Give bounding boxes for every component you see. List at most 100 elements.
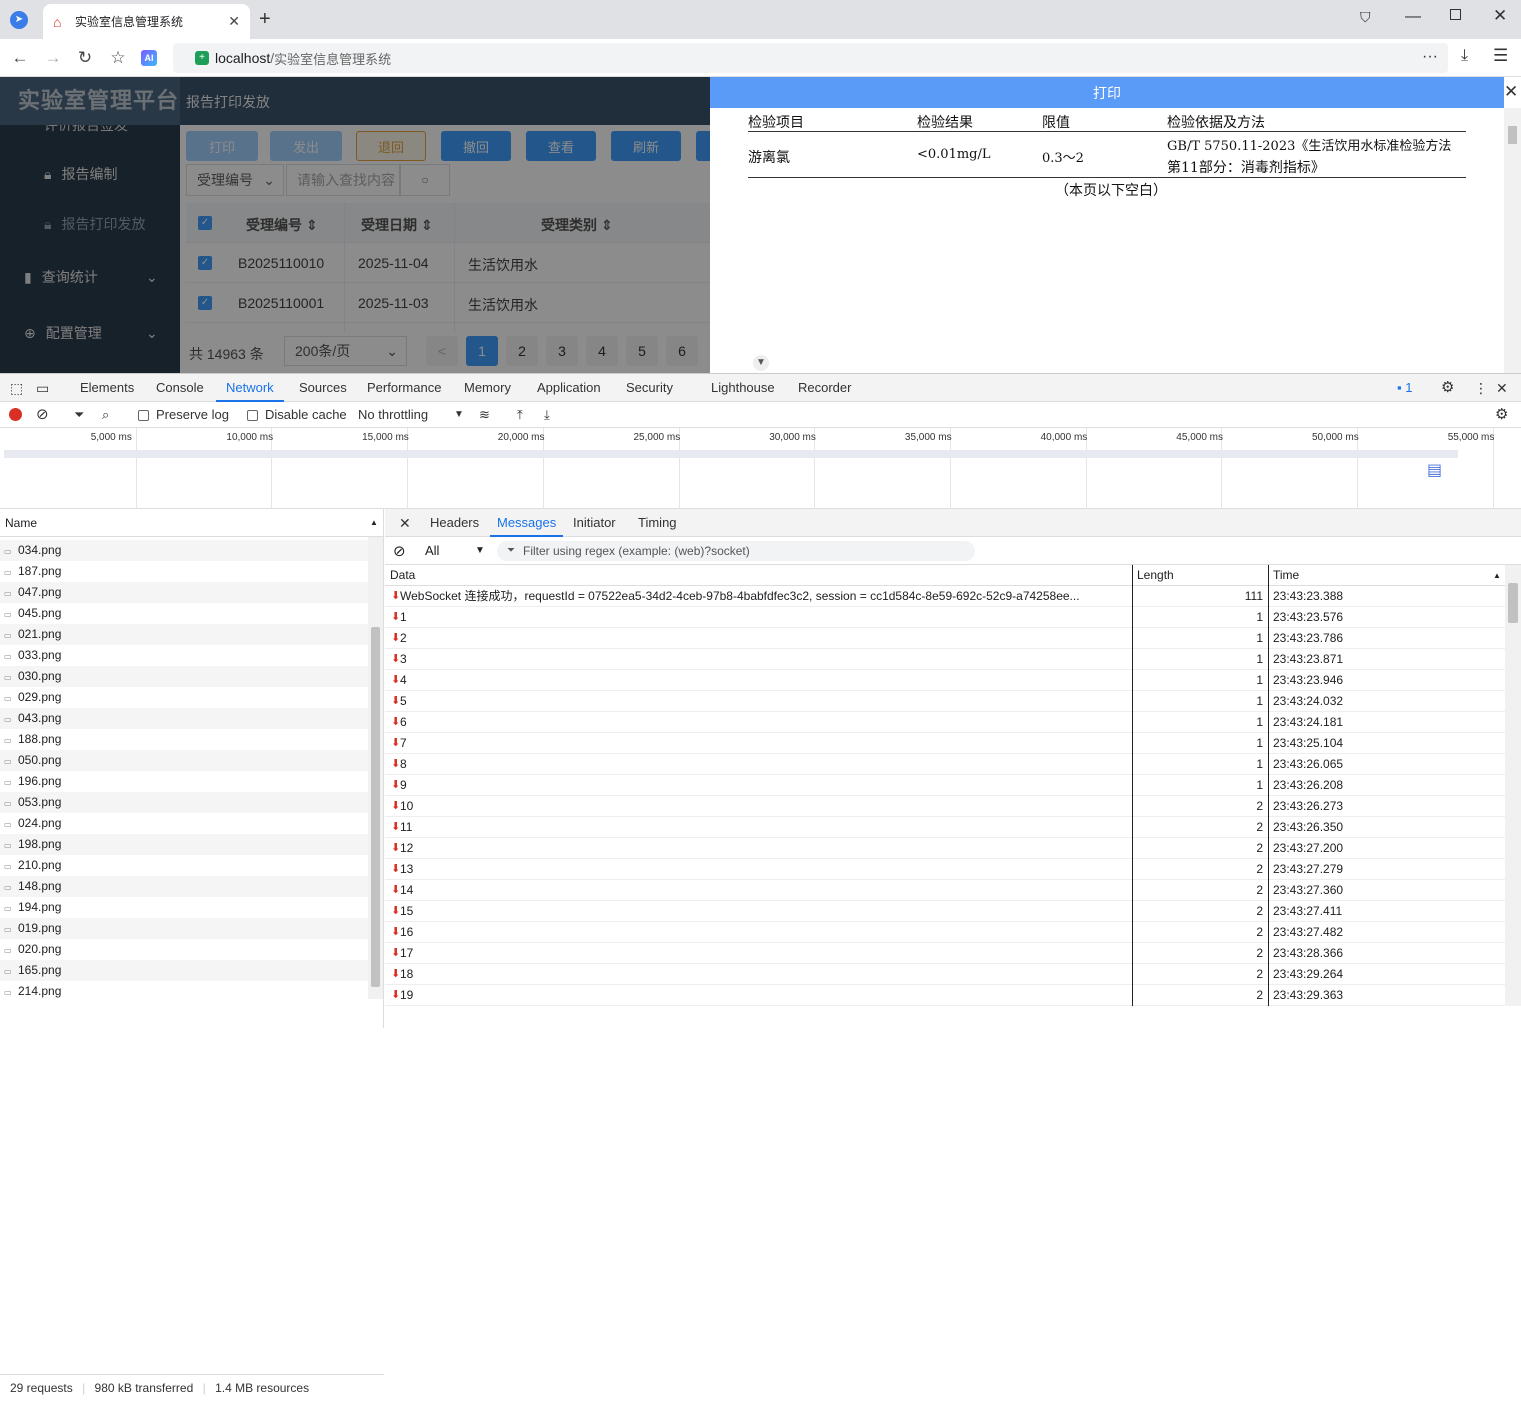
filter-icon[interactable]: ⏷	[74, 402, 84, 428]
tab-network[interactable]: Network	[216, 374, 284, 402]
tab-console[interactable]: Console	[156, 374, 204, 402]
new-tab-button[interactable]: +	[259, 8, 271, 31]
request-list-scrollbar-thumb[interactable]	[371, 627, 380, 987]
messages-scrollbar[interactable]	[1505, 565, 1521, 1006]
close-window-button[interactable]: ✕	[1493, 6, 1507, 26]
message-row[interactable]: ⬇ 3 1 23:43:23.871	[385, 649, 1505, 670]
browser-logo-icon[interactable]: ➤	[10, 11, 28, 29]
message-row[interactable]: ⬇ WebSocket 连接成功，requestId = 07522ea5-34d…	[385, 586, 1505, 607]
back-icon[interactable]: ←	[9, 48, 31, 68]
detail-tab-timing[interactable]: Timing	[638, 509, 677, 537]
message-row[interactable]: ⬇ 7 1 23:43:25.104	[385, 733, 1505, 754]
message-row[interactable]: ⬇ 11 2 23:43:26.350	[385, 817, 1505, 838]
tab-search-icon[interactable]: ⛉	[1360, 9, 1371, 26]
request-row[interactable]: ▭ 196.png	[0, 771, 368, 792]
detail-tab-headers[interactable]: Headers	[430, 509, 479, 537]
maximize-button[interactable]	[1450, 9, 1461, 20]
tab-performance[interactable]: Performance	[367, 374, 441, 402]
message-row[interactable]: ⬇ 2 1 23:43:23.786	[385, 628, 1505, 649]
reload-icon[interactable]: ↻	[74, 48, 96, 68]
request-row[interactable]: ▭ 148.png	[0, 876, 368, 897]
name-column-header[interactable]: Name ▲	[0, 509, 384, 537]
tab-security[interactable]: Security	[626, 374, 673, 402]
clear-messages-icon[interactable]: ⊘	[393, 542, 406, 560]
close-detail-icon[interactable]: ✕	[399, 509, 411, 537]
request-row[interactable]: ▭ 045.png	[0, 603, 368, 624]
request-row[interactable]: ▭ 024.png	[0, 813, 368, 834]
issues-badge[interactable]: ▪ 1	[1397, 374, 1412, 402]
more-vert-icon[interactable]: ⋮	[1474, 374, 1488, 402]
messages-filter-input[interactable]: ⏷ Filter using regex (example: (web)?soc…	[497, 541, 975, 561]
tab-recorder[interactable]: Recorder	[798, 374, 851, 402]
column-header-length[interactable]: Length	[1137, 565, 1174, 586]
close-devtools-icon[interactable]: ✕	[1496, 374, 1508, 402]
message-row[interactable]: ⬇ 4 1 23:43:23.946	[385, 670, 1505, 691]
message-row[interactable]: ⬇ 14 2 23:43:27.360	[385, 880, 1505, 901]
dialog-scrollbar-thumb[interactable]	[1508, 126, 1517, 144]
message-row[interactable]: ⬇ 18 2 23:43:29.264	[385, 964, 1505, 985]
forward-icon[interactable]: →	[42, 48, 64, 68]
record-stop-icon[interactable]	[9, 408, 22, 421]
detail-tab-messages[interactable]: Messages	[490, 509, 564, 537]
more-icon[interactable]: ···	[1422, 48, 1438, 66]
message-row[interactable]: ⬇ 19 2 23:43:29.363	[385, 985, 1505, 1006]
messages-scrollbar-thumb[interactable]	[1508, 583, 1518, 623]
network-settings-icon[interactable]: ⚙	[1495, 402, 1508, 428]
request-list-scrollbar[interactable]	[368, 537, 383, 999]
search-icon[interactable]: ⌕	[102, 402, 109, 428]
import-har-icon[interactable]: ⤒	[517, 402, 523, 428]
browser-tab[interactable]: ⌂ 实验室信息管理系统 ✕	[43, 4, 250, 39]
bookmark-star-icon[interactable]: ☆	[107, 48, 129, 68]
request-row[interactable]: ▭ 050.png	[0, 750, 368, 771]
request-row[interactable]: ▭ 187.png	[0, 561, 368, 582]
export-har-icon[interactable]: ⤓	[544, 402, 550, 428]
tab-lighthouse[interactable]: Lighthouse	[711, 374, 775, 402]
request-row[interactable]: ▭ 053.png	[0, 792, 368, 813]
clear-icon[interactable]: ⊘	[36, 402, 49, 428]
dialog-scrollbar[interactable]	[1504, 108, 1521, 373]
tab-sources[interactable]: Sources	[299, 374, 347, 402]
inspect-icon[interactable]: ⬚	[10, 374, 23, 402]
request-row[interactable]: ▭ 194.png	[0, 897, 368, 918]
request-row[interactable]: ▭ 198.png	[0, 834, 368, 855]
message-row[interactable]: ⬇ 9 1 23:43:26.208	[385, 775, 1505, 796]
message-row[interactable]: ⬇ 6 1 23:43:24.181	[385, 712, 1505, 733]
message-row[interactable]: ⬇ 16 2 23:43:27.482	[385, 922, 1505, 943]
device-toggle-icon[interactable]: ▭	[36, 374, 49, 402]
message-type-select[interactable]: All ▼	[425, 543, 485, 558]
message-row[interactable]: ⬇ 5 1 23:43:24.032	[385, 691, 1505, 712]
settings-icon[interactable]: ⚙	[1441, 374, 1454, 402]
message-row[interactable]: ⬇ 10 2 23:43:26.273	[385, 796, 1505, 817]
close-dialog-icon[interactable]: ✕	[1504, 82, 1518, 102]
request-row[interactable]: ▭ 188.png	[0, 729, 368, 750]
request-row[interactable]: ▭ 210.png	[0, 855, 368, 876]
modal-overlay[interactable]	[0, 77, 710, 373]
column-header-time[interactable]: Time	[1273, 565, 1299, 586]
menu-icon[interactable]: ☰	[1493, 46, 1508, 66]
close-tab-icon[interactable]: ✕	[228, 13, 240, 30]
request-row[interactable]: ▭ 029.png	[0, 687, 368, 708]
message-row[interactable]: ⬇ 1 1 23:43:23.576	[385, 607, 1505, 628]
scroll-down-icon[interactable]: ▼	[753, 355, 769, 371]
tab-application[interactable]: Application	[537, 374, 601, 402]
tab-elements[interactable]: Elements	[80, 374, 134, 402]
request-row[interactable]: ▭ 021.png	[0, 624, 368, 645]
detail-tab-initiator[interactable]: Initiator	[573, 509, 616, 537]
request-row[interactable]: ▭ 214.png	[0, 981, 368, 1002]
request-row[interactable]: ▭ 033.png	[0, 645, 368, 666]
message-row[interactable]: ⬇ 12 2 23:43:27.200	[385, 838, 1505, 859]
request-row[interactable]: ▭ 030.png	[0, 666, 368, 687]
url-field[interactable]: + localhost / 实验室信息管理系统	[173, 43, 1448, 73]
request-row[interactable]: ▭ 165.png	[0, 960, 368, 981]
request-row[interactable]: ▭ 019.png	[0, 918, 368, 939]
column-header-data[interactable]: Data	[390, 565, 415, 586]
network-overview-timeline[interactable]: 5,000 ms 10,000 ms 15,000 ms 20,000 ms 25,00…	[0, 428, 1521, 509]
message-row[interactable]: ⬇ 13 2 23:43:27.279	[385, 859, 1505, 880]
request-row[interactable]: ▭ 034.png	[0, 540, 368, 561]
preserve-log-checkbox[interactable]	[138, 410, 149, 421]
wifi-conditions-icon[interactable]: ≋	[479, 402, 490, 428]
disable-cache-checkbox[interactable]	[247, 410, 258, 421]
request-row[interactable]: ▭ 020.png	[0, 939, 368, 960]
request-row[interactable]: ▭ 047.png	[0, 582, 368, 603]
minimize-button[interactable]: —	[1405, 8, 1421, 26]
